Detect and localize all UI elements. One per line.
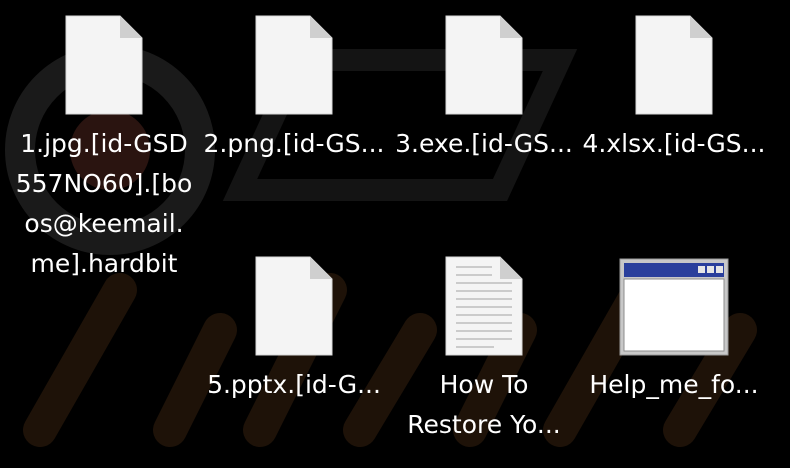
file-item[interactable]: 4.xlsx.[id-GS... [579, 14, 769, 164]
file-label: 1.jpg.[id-GSD 557NO60].[bo os@keemail. m… [15, 129, 193, 278]
file-item[interactable]: 3.exe.[id-GS... [389, 14, 579, 164]
file-label: 3.exe.[id-GS... [395, 129, 573, 158]
file-item[interactable]: 2.png.[id-GS... [199, 14, 389, 164]
file-item[interactable]: How To Restore Yo... [389, 255, 579, 445]
file-item[interactable]: 1.jpg.[id-GSD 557NO60].[bo os@keemail. m… [9, 14, 199, 284]
file-label: 2.png.[id-GS... [203, 129, 385, 158]
blank-file-icon [255, 256, 333, 356]
blank-file-icon [445, 15, 523, 115]
blank-file-icon [635, 15, 713, 115]
blank-file-icon [65, 15, 143, 115]
file-label: 5.pptx.[id-G... [207, 370, 381, 399]
file-item[interactable]: 5.pptx.[id-G... [199, 255, 389, 405]
desktop: 1.jpg.[id-GSD 557NO60].[bo os@keemail. m… [0, 0, 790, 468]
file-label: How To Restore Yo... [407, 370, 561, 439]
file-label: Help_me_fo... [589, 370, 759, 399]
file-label: 4.xlsx.[id-GS... [582, 129, 766, 158]
application-window-icon [619, 258, 729, 356]
blank-file-icon [255, 15, 333, 115]
file-item[interactable]: Help_me_fo... [579, 255, 769, 405]
text-document-icon [445, 256, 523, 356]
